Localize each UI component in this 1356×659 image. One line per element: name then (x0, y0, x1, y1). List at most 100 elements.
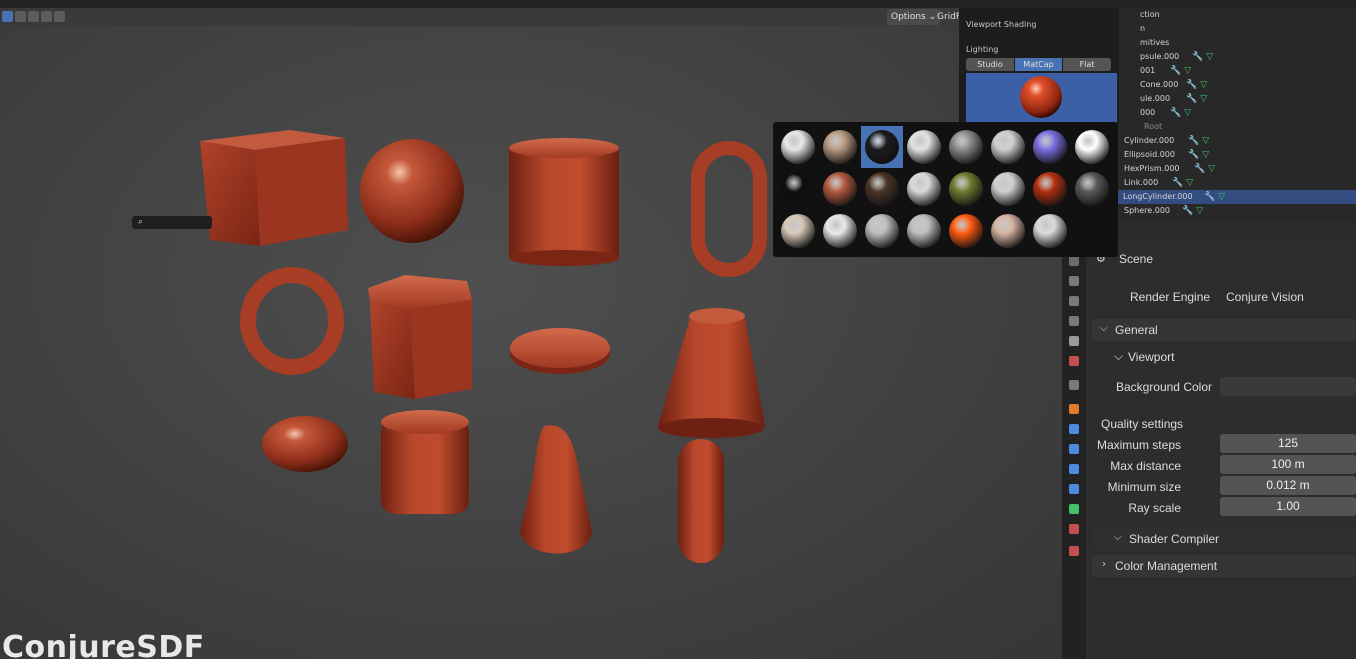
long-cylinder-shape (678, 439, 724, 563)
properties-search-input[interactable]: ⌕ (132, 216, 212, 229)
matcap-swatch-6[interactable] (1033, 130, 1067, 164)
matcap-swatch-17[interactable] (823, 214, 857, 248)
outliner-row[interactable]: Root (1144, 120, 1162, 134)
outliner-row[interactable]: mitives (1140, 36, 1169, 50)
outliner-row[interactable]: 001 🔧 ▽ (1140, 64, 1191, 78)
select-mode-set-icon[interactable] (2, 11, 13, 22)
select-mode-difference-icon[interactable] (41, 11, 52, 22)
object-tab-icon[interactable] (1069, 404, 1079, 414)
outliner-row[interactable]: n (1140, 22, 1145, 36)
outliner-row-label: HexPrism.000 (1124, 164, 1180, 173)
outliner-row-label: Link.000 (1124, 178, 1159, 187)
background-color-field[interactable] (1220, 377, 1356, 396)
cube-shape (200, 130, 348, 246)
matcap-swatch-11[interactable] (907, 172, 941, 206)
select-mode-subtract-icon[interactable] (28, 11, 39, 22)
maximum-steps-field[interactable]: 125 (1220, 434, 1356, 453)
outliner-row[interactable]: ction (1140, 8, 1160, 22)
matcap-swatch-3[interactable] (907, 130, 941, 164)
tool-tab-icon[interactable] (1069, 256, 1079, 266)
lighting-label: Lighting (966, 45, 999, 54)
matcap-grid (773, 122, 1118, 257)
outliner-row[interactable]: Cone.000 🔧 ▽ (1140, 78, 1207, 92)
matcap-swatch-10[interactable] (865, 172, 899, 206)
matcap-swatch-5[interactable] (991, 130, 1025, 164)
shader-compiler-header[interactable]: ⌵ Shader Compiler (1092, 528, 1356, 550)
matcap-swatch-8[interactable] (781, 172, 815, 206)
properties-editor: ⚙ Scene Render Engine Conjure Vision ⌵ G… (1086, 240, 1356, 659)
world-tab-icon[interactable] (1069, 356, 1079, 366)
viewport-shading-popover: Viewport Shading Lighting Studio MatCap … (959, 8, 1119, 126)
viewport-subpanel-header[interactable]: Viewport (1128, 350, 1174, 364)
context-title: Scene (1119, 252, 1154, 266)
matcap-swatch-0[interactable] (781, 130, 815, 164)
ray-scale-field[interactable]: 1.00 (1220, 497, 1356, 516)
outliner-row-cylinder[interactable]: Cylinder.000 🔧 ▽ (1124, 134, 1209, 148)
outliner-row-label: Ellipsoid.000 (1124, 150, 1175, 159)
scene-tab-icon[interactable] (1069, 336, 1079, 346)
outliner-row[interactable]: 000 🔧 ▽ (1140, 106, 1191, 120)
hexprism-shape (368, 275, 472, 399)
options-dropdown[interactable]: Options ⌄ (887, 9, 941, 25)
general-panel-header[interactable]: ⌵ General (1092, 319, 1356, 341)
outliner-row-label: Cylinder.000 (1124, 136, 1175, 145)
matcap-swatch-19[interactable] (907, 214, 941, 248)
viewport-scene (200, 130, 767, 563)
matcap-swatch-22[interactable] (1033, 214, 1067, 248)
matcap-swatch-4[interactable] (949, 130, 983, 164)
matcap-swatch-16[interactable] (781, 214, 815, 248)
color-management-header[interactable]: › Color Management (1092, 555, 1356, 577)
matcap-preview[interactable] (966, 73, 1117, 126)
render-tab-icon[interactable] (1069, 276, 1079, 286)
popover-title: Viewport Shading (966, 20, 1037, 29)
modifier-tab-icon[interactable] (1069, 424, 1079, 434)
outliner-row-label: psule.000 (1140, 52, 1180, 61)
matcap-swatch-21[interactable] (991, 214, 1025, 248)
outliner-row-sphere[interactable]: Sphere.000 🔧 ▽ (1124, 204, 1203, 218)
outliner-row-ellipsoid[interactable]: Ellipsoid.000 🔧 ▽ (1124, 148, 1209, 162)
modifier-icons: 🔧 ▽ (1172, 178, 1194, 188)
outliner-row-label: 000 (1140, 108, 1156, 117)
3d-viewport[interactable]: ConjureSDF (0, 26, 1062, 659)
chevron-right-icon: › (1102, 559, 1106, 570)
matcap-swatch-20[interactable] (949, 214, 983, 248)
chevron-down-icon: ⌵ (1100, 323, 1108, 334)
modifier-icons: 🔧 ▽ (1188, 136, 1210, 146)
select-mode-extend-icon[interactable] (15, 11, 26, 22)
round-cone-shape (520, 425, 592, 554)
output-tab-icon[interactable] (1069, 296, 1079, 306)
outliner-row-hexprism[interactable]: HexPrism.000 🔧 ▽ (1124, 162, 1215, 176)
matcap-swatch-14[interactable] (1033, 172, 1067, 206)
modifier-icons: 🔧 ▽ (1188, 150, 1210, 160)
torus-shape (240, 267, 344, 375)
material-tab-icon[interactable] (1069, 524, 1079, 534)
matcap-swatch-18[interactable] (865, 214, 899, 248)
matcap-preview-sphere (1020, 76, 1062, 118)
texture-tab-icon[interactable] (1069, 546, 1079, 556)
max-distance-field[interactable]: 100 m (1220, 455, 1356, 474)
matcap-swatch-9[interactable] (823, 172, 857, 206)
minimum-size-label: Minimum size (1107, 480, 1181, 494)
quality-settings-label: Quality settings (1101, 417, 1184, 431)
lighting-flat-button[interactable]: Flat (1063, 58, 1111, 71)
render-engine-dropdown[interactable]: Conjure Vision (1226, 290, 1304, 304)
matcap-swatch-2[interactable] (865, 130, 899, 164)
gridfill-button[interactable]: GridF (937, 9, 961, 25)
view-layer-tab-icon[interactable] (1069, 316, 1079, 326)
lighting-studio-button[interactable]: Studio (966, 58, 1014, 71)
matcap-swatch-1[interactable] (823, 130, 857, 164)
minimum-size-field[interactable]: 0.012 m (1220, 476, 1356, 495)
matcap-swatch-7[interactable] (1075, 130, 1109, 164)
maximum-steps-label: Maximum steps (1096, 438, 1181, 452)
matcap-swatch-13[interactable] (991, 172, 1025, 206)
matcap-swatch-15[interactable] (1075, 172, 1109, 206)
matcap-swatch-12[interactable] (949, 172, 983, 206)
modifier-icons: 🔧 ▽ (1186, 94, 1208, 104)
select-mode-intersect-icon[interactable] (54, 11, 65, 22)
modifier-icons: 🔧 ▽ (1194, 164, 1216, 174)
outliner-row-longcylinder[interactable]: LongCylinder.000 🔧 ▽ (1114, 190, 1356, 204)
outliner-row[interactable]: ule.000 🔧 ▽ (1140, 92, 1207, 106)
lighting-matcap-button[interactable]: MatCap (1015, 58, 1062, 71)
outliner-row-link[interactable]: Link.000 🔧 ▽ (1124, 176, 1193, 190)
outliner-row[interactable]: psule.000 🔧 ▽ (1140, 50, 1213, 64)
